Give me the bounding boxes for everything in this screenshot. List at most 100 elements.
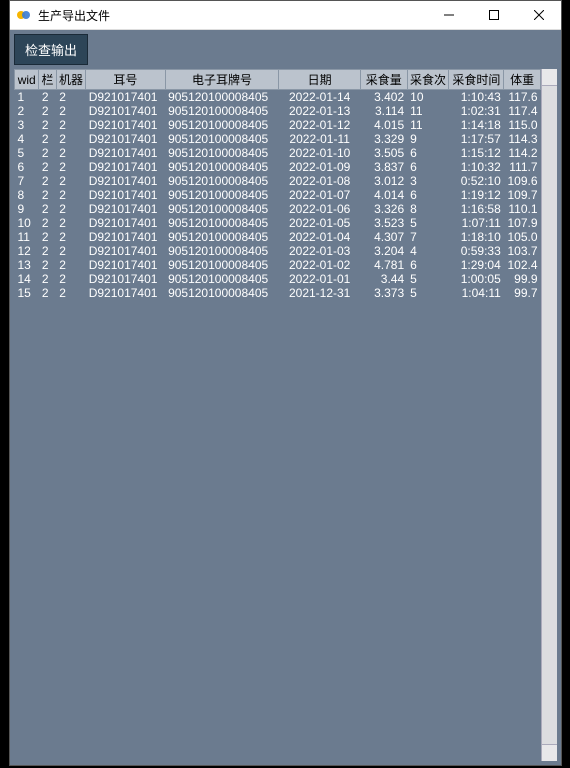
table-row[interactable]: 122D9210174019051201000084052022-01-143.… bbox=[15, 90, 541, 105]
table-cell: D921017401 bbox=[86, 132, 165, 146]
table-cell: 2 bbox=[56, 146, 86, 160]
close-button[interactable] bbox=[516, 1, 561, 29]
table-cell: 2022-01-09 bbox=[279, 160, 360, 174]
table-cell: 1:29:04 bbox=[449, 258, 504, 272]
table-cell: 115.0 bbox=[504, 118, 541, 132]
column-header[interactable]: 日期 bbox=[279, 70, 360, 90]
table-row[interactable]: 1122D9210174019051201000084052022-01-044… bbox=[15, 230, 541, 244]
table-cell: 2 bbox=[39, 160, 56, 174]
table-cell: 2 bbox=[56, 244, 86, 258]
table-cell: D921017401 bbox=[86, 174, 165, 188]
table-cell: 10 bbox=[15, 216, 39, 230]
column-header[interactable]: 机器 bbox=[56, 70, 86, 90]
table-row[interactable]: 1022D9210174019051201000084052022-01-053… bbox=[15, 216, 541, 230]
table-cell: D921017401 bbox=[86, 118, 165, 132]
table-cell: 2 bbox=[39, 244, 56, 258]
table-cell: 14 bbox=[15, 272, 39, 286]
table-cell: 1:17:57 bbox=[449, 132, 504, 146]
column-header[interactable]: 电子耳牌号 bbox=[165, 70, 279, 90]
table-cell: 1:07:11 bbox=[449, 216, 504, 230]
table-row[interactable]: 822D9210174019051201000084052022-01-074.… bbox=[15, 188, 541, 202]
table-cell: D921017401 bbox=[86, 258, 165, 272]
maximize-button[interactable] bbox=[471, 1, 516, 29]
table-cell: 2 bbox=[39, 230, 56, 244]
table-cell: 13 bbox=[15, 258, 39, 272]
table-cell: 2 bbox=[56, 188, 86, 202]
window-title: 生产导出文件 bbox=[38, 7, 426, 24]
table-cell: 7 bbox=[407, 230, 449, 244]
table-cell: 11 bbox=[407, 118, 449, 132]
table-cell: 2022-01-01 bbox=[279, 272, 360, 286]
vertical-scrollbar[interactable] bbox=[541, 69, 557, 761]
table-cell: 2022-01-11 bbox=[279, 132, 360, 146]
column-header[interactable]: wid bbox=[15, 70, 39, 90]
table-row[interactable]: 522D9210174019051201000084052022-01-103.… bbox=[15, 146, 541, 160]
table-cell: 2 bbox=[39, 90, 56, 105]
table-cell: 2 bbox=[56, 202, 86, 216]
window-controls bbox=[426, 1, 561, 29]
table-cell: 1:15:12 bbox=[449, 146, 504, 160]
table-cell: 6 bbox=[407, 160, 449, 174]
table-cell: 3 bbox=[15, 118, 39, 132]
table-row[interactable]: 1322D9210174019051201000084052022-01-024… bbox=[15, 258, 541, 272]
table-cell: 2 bbox=[56, 160, 86, 174]
table-cell: 2 bbox=[56, 90, 86, 105]
table-cell: 3.373 bbox=[360, 286, 407, 300]
table-cell: D921017401 bbox=[86, 90, 165, 105]
table-cell: 905120100008405 bbox=[165, 230, 279, 244]
table-cell: 3.326 bbox=[360, 202, 407, 216]
table-row[interactable]: 622D9210174019051201000084052022-01-093.… bbox=[15, 160, 541, 174]
table-row[interactable]: 1422D9210174019051201000084052022-01-013… bbox=[15, 272, 541, 286]
table-cell: 1:02:31 bbox=[449, 104, 504, 118]
table-cell: 905120100008405 bbox=[165, 132, 279, 146]
table-cell: 2022-01-06 bbox=[279, 202, 360, 216]
minimize-button[interactable] bbox=[426, 1, 471, 29]
app-icon bbox=[16, 7, 32, 23]
table-cell: 1:10:43 bbox=[449, 90, 504, 105]
check-output-button[interactable]: 检查输出 bbox=[14, 34, 88, 65]
table-cell: 905120100008405 bbox=[165, 216, 279, 230]
table-row[interactable]: 322D9210174019051201000084052022-01-124.… bbox=[15, 118, 541, 132]
table-row[interactable]: 222D9210174019051201000084052022-01-133.… bbox=[15, 104, 541, 118]
table-row[interactable]: 922D9210174019051201000084052022-01-063.… bbox=[15, 202, 541, 216]
table-cell: 2022-01-02 bbox=[279, 258, 360, 272]
table-cell: 0:59:33 bbox=[449, 244, 504, 258]
table-cell: 6 bbox=[407, 188, 449, 202]
table-cell: 905120100008405 bbox=[165, 104, 279, 118]
table-cell: 2 bbox=[56, 258, 86, 272]
column-header[interactable]: 采食时间 bbox=[449, 70, 504, 90]
table-cell: 9 bbox=[15, 202, 39, 216]
table-cell: 111.7 bbox=[504, 160, 541, 174]
table-cell: 3.837 bbox=[360, 160, 407, 174]
table-row[interactable]: 1222D9210174019051201000084052022-01-033… bbox=[15, 244, 541, 258]
column-header[interactable]: 采食量 bbox=[360, 70, 407, 90]
table-row[interactable]: 422D9210174019051201000084052022-01-113.… bbox=[15, 132, 541, 146]
table-cell: 905120100008405 bbox=[165, 286, 279, 300]
table-cell: 11 bbox=[407, 104, 449, 118]
table-cell: 905120100008405 bbox=[165, 258, 279, 272]
table-cell: 11 bbox=[15, 230, 39, 244]
column-header[interactable]: 采食次 bbox=[407, 70, 449, 90]
table-cell: 905120100008405 bbox=[165, 160, 279, 174]
column-header[interactable]: 栏 bbox=[39, 70, 56, 90]
table-row[interactable]: 722D9210174019051201000084052022-01-083.… bbox=[15, 174, 541, 188]
column-header[interactable]: 体重 bbox=[504, 70, 541, 90]
table-cell: 6 bbox=[15, 160, 39, 174]
table-scroll: wid栏机器耳号电子耳牌号日期采食量采食次采食时间体重 122D92101740… bbox=[14, 69, 541, 761]
table-cell: 4.015 bbox=[360, 118, 407, 132]
table-cell: 4.781 bbox=[360, 258, 407, 272]
table-cell: 905120100008405 bbox=[165, 174, 279, 188]
table-row[interactable]: 1522D9210174019051201000084052021-12-313… bbox=[15, 286, 541, 300]
table-cell: 107.9 bbox=[504, 216, 541, 230]
table-cell: 10 bbox=[407, 90, 449, 105]
table-cell: D921017401 bbox=[86, 104, 165, 118]
column-header[interactable]: 耳号 bbox=[86, 70, 165, 90]
table-cell: 109.7 bbox=[504, 188, 541, 202]
table-cell: 8 bbox=[15, 188, 39, 202]
table-cell: D921017401 bbox=[86, 244, 165, 258]
table-cell: 5 bbox=[407, 272, 449, 286]
table-cell: 4.307 bbox=[360, 230, 407, 244]
table-cell: 5 bbox=[407, 216, 449, 230]
table-cell: 1:16:58 bbox=[449, 202, 504, 216]
table-cell: 12 bbox=[15, 244, 39, 258]
